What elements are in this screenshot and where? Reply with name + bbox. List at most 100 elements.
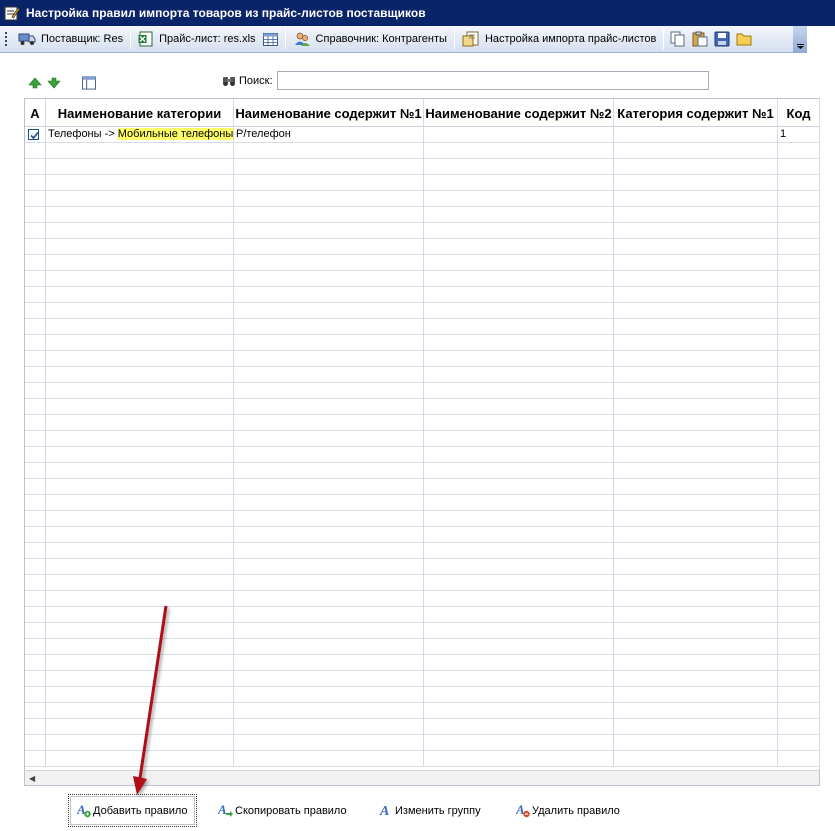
column-header-category[interactable]: Наименование категории	[46, 99, 234, 127]
empty-cell[interactable]	[46, 687, 234, 703]
empty-cell[interactable]	[25, 431, 46, 447]
empty-cell[interactable]	[424, 271, 614, 287]
empty-cell[interactable]	[778, 319, 820, 335]
empty-cell[interactable]	[234, 591, 424, 607]
empty-cell[interactable]	[234, 239, 424, 255]
empty-cell[interactable]	[778, 175, 820, 191]
empty-cell[interactable]	[614, 687, 778, 703]
empty-cell[interactable]	[424, 239, 614, 255]
empty-cell[interactable]	[778, 671, 820, 687]
empty-cell[interactable]	[25, 495, 46, 511]
empty-cell[interactable]	[234, 223, 424, 239]
empty-cell[interactable]	[25, 239, 46, 255]
empty-cell[interactable]	[25, 255, 46, 271]
empty-cell[interactable]	[424, 735, 614, 751]
empty-cell[interactable]	[234, 431, 424, 447]
empty-cell[interactable]	[25, 559, 46, 575]
empty-cell[interactable]	[46, 287, 234, 303]
active-checkbox[interactable]	[28, 129, 39, 140]
empty-cell[interactable]	[614, 735, 778, 751]
empty-cell[interactable]	[25, 287, 46, 303]
empty-cell[interactable]	[234, 415, 424, 431]
empty-cell[interactable]	[25, 751, 46, 767]
empty-cell[interactable]	[234, 383, 424, 399]
empty-cell[interactable]	[424, 255, 614, 271]
empty-cell[interactable]	[614, 383, 778, 399]
table-row-empty[interactable]	[25, 383, 820, 399]
empty-cell[interactable]	[614, 207, 778, 223]
empty-cell[interactable]	[424, 335, 614, 351]
empty-cell[interactable]	[46, 415, 234, 431]
copy-button[interactable]	[667, 28, 689, 51]
empty-cell[interactable]	[778, 383, 820, 399]
empty-cell[interactable]	[46, 207, 234, 223]
empty-cell[interactable]	[614, 399, 778, 415]
code-cell[interactable]: 1	[778, 127, 820, 143]
empty-cell[interactable]	[234, 447, 424, 463]
column-header-contains1[interactable]: Наименование содержит №1	[234, 99, 424, 127]
empty-cell[interactable]	[46, 511, 234, 527]
empty-cell[interactable]	[778, 719, 820, 735]
table-row[interactable]: Телефоны -> Мобильные телефоны Р/телефон…	[25, 127, 820, 143]
empty-cell[interactable]	[424, 511, 614, 527]
empty-cell[interactable]	[25, 367, 46, 383]
empty-cell[interactable]	[234, 511, 424, 527]
empty-cell[interactable]	[778, 207, 820, 223]
empty-cell[interactable]	[234, 191, 424, 207]
empty-cell[interactable]	[614, 351, 778, 367]
empty-cell[interactable]	[25, 207, 46, 223]
empty-cell[interactable]	[778, 607, 820, 623]
empty-cell[interactable]	[424, 431, 614, 447]
empty-cell[interactable]	[614, 719, 778, 735]
delete-rule-button[interactable]: A Удалить правило	[516, 794, 620, 827]
empty-cell[interactable]	[778, 223, 820, 239]
empty-cell[interactable]	[25, 447, 46, 463]
empty-cell[interactable]	[424, 591, 614, 607]
empty-cell[interactable]	[25, 703, 46, 719]
save-button[interactable]	[711, 28, 733, 51]
table-row-empty[interactable]	[25, 447, 820, 463]
empty-cell[interactable]	[234, 719, 424, 735]
table-row-empty[interactable]	[25, 751, 820, 767]
empty-cell[interactable]	[25, 735, 46, 751]
column-header-contains2[interactable]: Наименование содержит №2	[424, 99, 614, 127]
empty-cell[interactable]	[424, 287, 614, 303]
empty-cell[interactable]	[234, 271, 424, 287]
empty-cell[interactable]	[25, 319, 46, 335]
empty-cell[interactable]	[234, 639, 424, 655]
empty-cell[interactable]	[46, 655, 234, 671]
empty-cell[interactable]	[234, 671, 424, 687]
empty-cell[interactable]	[614, 159, 778, 175]
empty-cell[interactable]	[778, 463, 820, 479]
empty-cell[interactable]	[234, 735, 424, 751]
empty-cell[interactable]	[234, 575, 424, 591]
table-row-empty[interactable]	[25, 527, 820, 543]
empty-cell[interactable]	[778, 399, 820, 415]
empty-cell[interactable]	[25, 527, 46, 543]
empty-cell[interactable]	[614, 671, 778, 687]
empty-cell[interactable]	[424, 415, 614, 431]
category-cell[interactable]: Телефоны -> Мобильные телефоны	[46, 127, 234, 143]
empty-cell[interactable]	[424, 655, 614, 671]
empty-cell[interactable]	[234, 607, 424, 623]
empty-cell[interactable]	[25, 623, 46, 639]
table-row-empty[interactable]	[25, 607, 820, 623]
empty-cell[interactable]	[614, 335, 778, 351]
empty-cell[interactable]	[46, 543, 234, 559]
empty-cell[interactable]	[46, 479, 234, 495]
empty-cell[interactable]	[614, 543, 778, 559]
contains2-cell[interactable]	[424, 127, 614, 143]
empty-cell[interactable]	[234, 303, 424, 319]
empty-cell[interactable]	[778, 703, 820, 719]
empty-cell[interactable]	[25, 351, 46, 367]
empty-cell[interactable]	[46, 383, 234, 399]
empty-cell[interactable]	[778, 751, 820, 767]
empty-cell[interactable]	[778, 735, 820, 751]
empty-cell[interactable]	[46, 463, 234, 479]
empty-cell[interactable]	[778, 495, 820, 511]
empty-cell[interactable]	[234, 207, 424, 223]
empty-cell[interactable]	[46, 159, 234, 175]
empty-cell[interactable]	[46, 623, 234, 639]
empty-cell[interactable]	[424, 687, 614, 703]
empty-cell[interactable]	[778, 159, 820, 175]
